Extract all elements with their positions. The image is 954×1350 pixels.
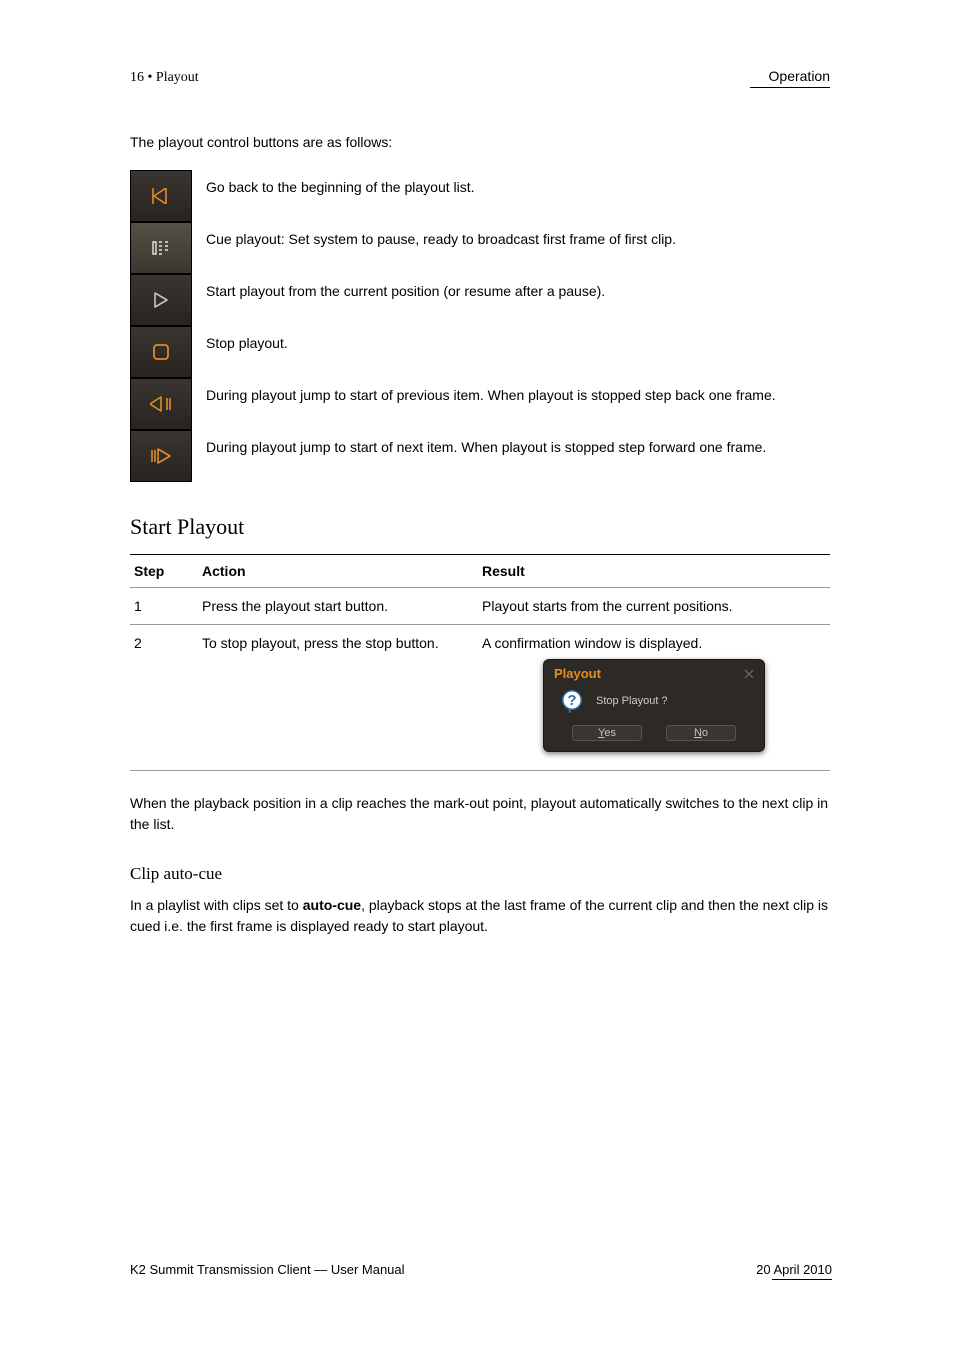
play-desc: Start playout from the current position … — [192, 274, 830, 301]
steps-table: Step Action Result 1 Press the playout s… — [130, 554, 830, 771]
table-row: 2 To stop playout, press the stop button… — [130, 625, 830, 771]
table-row: 1 Press the playout start button. Playou… — [130, 588, 830, 625]
step-result: Playout starts from the current position… — [478, 588, 830, 625]
question-icon: ? — [560, 689, 584, 713]
footer-doc-title: K2 Summit Transmission Client — User Man… — [130, 1262, 405, 1280]
col-action: Action — [198, 555, 478, 588]
step-num: 2 — [130, 625, 198, 771]
skip-back-button[interactable] — [130, 170, 192, 222]
step-num: 1 — [130, 588, 198, 625]
step-action: Press the playout start button. — [198, 588, 478, 625]
no-button[interactable]: No — [666, 725, 736, 741]
para-auto-cue: In a playlist with clips set to auto-cue… — [130, 895, 830, 937]
para-auto-switch: When the playback position in a clip rea… — [130, 793, 830, 835]
footer-rule — [772, 1279, 832, 1280]
sub-heading-auto-cue: Clip auto-cue — [130, 861, 830, 887]
cue-icon — [151, 240, 171, 256]
frame-forward-button[interactable] — [130, 430, 192, 482]
yes-button[interactable]: Yes — [572, 725, 642, 741]
frame-forward-desc: During playout jump to start of next ite… — [192, 430, 830, 457]
stop-button[interactable] — [130, 326, 192, 378]
stop-playout-dialog: Playout ? — [543, 659, 765, 752]
step-result: A confirmation window is displayed. Play… — [478, 625, 830, 771]
cue-button[interactable] — [130, 222, 192, 274]
step-action: To stop playout, press the stop button. — [198, 625, 478, 771]
play-button[interactable] — [130, 274, 192, 326]
page-section-label: 16 • Playout — [130, 70, 199, 86]
col-result: Result — [478, 555, 830, 588]
play-icon — [152, 292, 170, 308]
stop-desc: Stop playout. — [192, 326, 830, 353]
dialog-title: Playout — [554, 666, 601, 681]
frame-back-desc: During playout jump to start of previous… — [192, 378, 830, 405]
col-step: Step — [130, 555, 198, 588]
svg-text:?: ? — [567, 692, 576, 709]
close-icon[interactable] — [744, 669, 754, 679]
skip-back-icon — [151, 188, 171, 204]
dialog-message: Stop Playout ? — [596, 695, 668, 707]
intro-text: The playout control buttons are as follo… — [130, 134, 830, 150]
page-chapter-label: Operation — [769, 68, 830, 84]
skip-back-desc: Go back to the beginning of the playout … — [192, 170, 830, 197]
stop-icon — [152, 343, 170, 361]
frame-back-button[interactable] — [130, 378, 192, 430]
frame-back-icon — [150, 396, 172, 412]
frame-forward-icon — [150, 448, 172, 464]
cue-desc: Cue playout: Set system to pause, ready … — [192, 222, 830, 249]
playout-controls-legend: Go back to the beginning of the playout … — [130, 170, 830, 482]
footer-date: 20 April 2010 — [756, 1262, 832, 1277]
steps-heading: Start Playout — [130, 514, 830, 540]
header-rule — [750, 87, 830, 88]
